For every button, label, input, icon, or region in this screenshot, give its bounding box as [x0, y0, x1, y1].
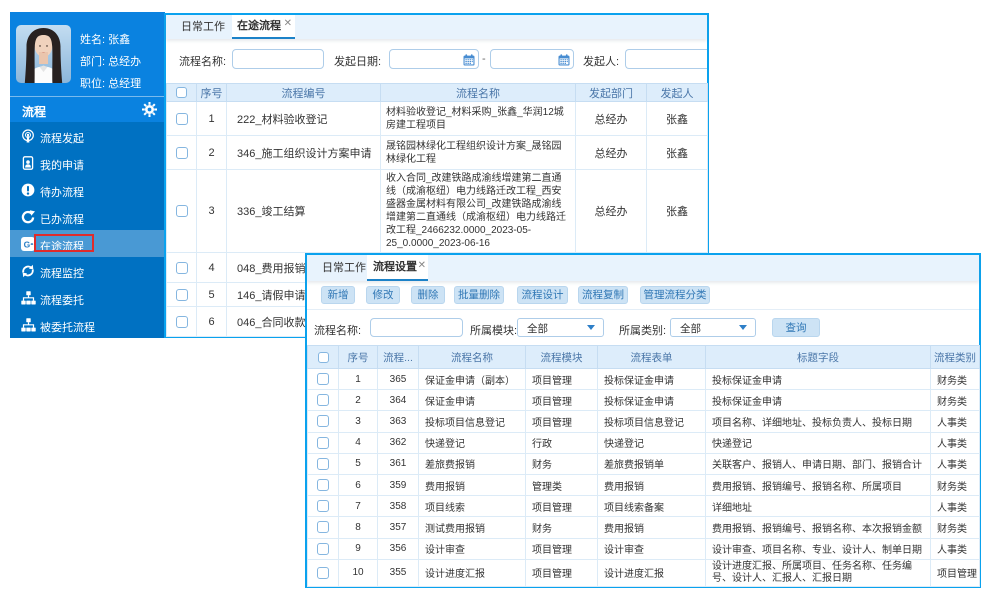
svg-text:G: G	[24, 239, 31, 249]
